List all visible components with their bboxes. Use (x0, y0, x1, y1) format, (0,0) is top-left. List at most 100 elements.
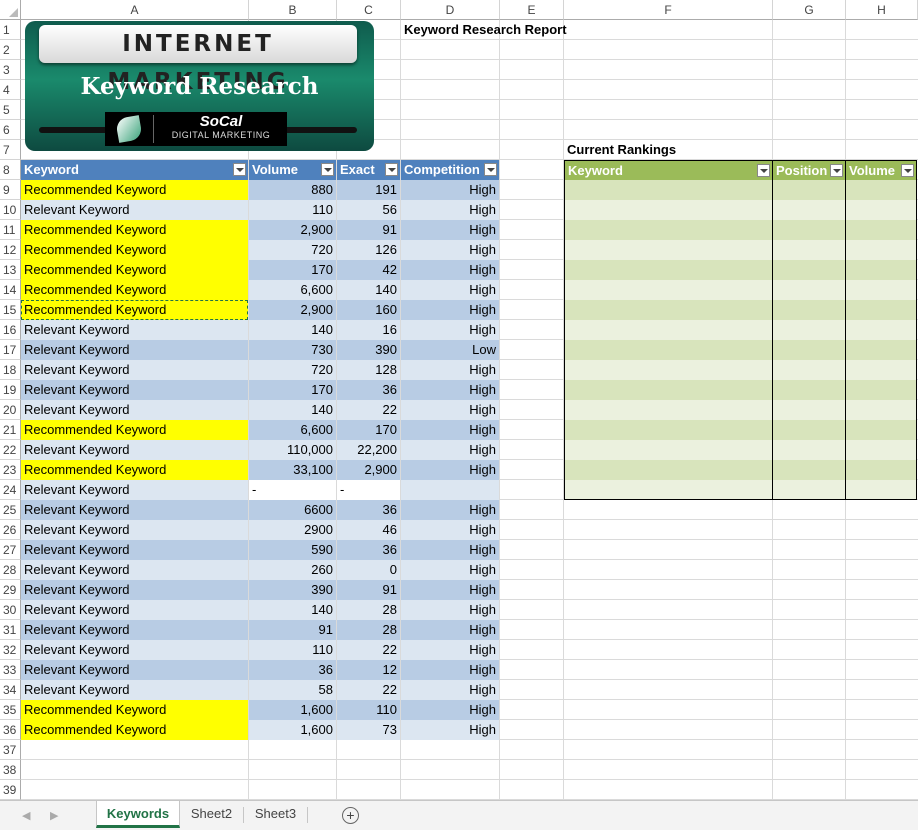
row-header[interactable]: 15 (0, 300, 21, 320)
volume-cell[interactable]: 590 (249, 540, 336, 560)
exact-filter-dropdown-icon[interactable] (385, 163, 398, 176)
row-header[interactable]: 23 (0, 460, 21, 480)
volume-cell[interactable]: 260 (249, 560, 336, 580)
sheet-tab-sheet2[interactable]: Sheet2 (180, 801, 243, 828)
volume-cell[interactable]: 140 (249, 400, 336, 420)
row-header[interactable]: 21 (0, 420, 21, 440)
rankings-keyword-cell[interactable] (564, 280, 773, 300)
keyword-cell[interactable]: Relevant Keyword (21, 340, 248, 360)
keyword-cell[interactable]: Recommended Keyword (21, 220, 248, 240)
row-header[interactable]: 20 (0, 400, 21, 420)
row-header[interactable]: 12 (0, 240, 21, 260)
exact-cell[interactable]: 170 (337, 420, 400, 440)
row-header[interactable]: 36 (0, 720, 21, 740)
rankings-position-cell[interactable] (773, 280, 846, 300)
keyword-cell[interactable]: Relevant Keyword (21, 440, 248, 460)
volume-cell[interactable]: 2,900 (249, 300, 336, 320)
exact-cell[interactable]: 28 (337, 620, 400, 640)
rankings-keyword-cell[interactable] (564, 360, 773, 380)
rankings-volume-cell[interactable] (846, 180, 917, 200)
rankings-volume-filter-dropdown-icon[interactable] (901, 164, 914, 177)
exact-cell[interactable]: 36 (337, 380, 400, 400)
volume-filter-dropdown-icon[interactable] (321, 163, 334, 176)
competition-cell[interactable]: High (401, 580, 499, 600)
exact-cell[interactable]: 28 (337, 600, 400, 620)
exact-cell[interactable]: - (337, 480, 400, 500)
rankings-position-cell[interactable] (773, 440, 846, 460)
volume-cell[interactable]: 6,600 (249, 420, 336, 440)
exact-cell[interactable]: 22,200 (337, 440, 400, 460)
rankings-position-cell[interactable] (773, 200, 846, 220)
keyword-cell[interactable]: Recommended Keyword (21, 260, 248, 280)
exact-cell[interactable]: 390 (337, 340, 400, 360)
rankings-volume-cell[interactable] (846, 400, 917, 420)
rankings-position-cell[interactable] (773, 480, 846, 500)
row-header[interactable]: 3 (0, 60, 21, 80)
header-competition[interactable]: Competition (401, 160, 499, 180)
rankings-keyword-cell[interactable] (564, 180, 773, 200)
exact-cell[interactable]: 110 (337, 700, 400, 720)
row-header[interactable]: 24 (0, 480, 21, 500)
rankings-position-cell[interactable] (773, 260, 846, 280)
volume-cell[interactable]: 1,600 (249, 720, 336, 740)
volume-cell[interactable]: 6600 (249, 500, 336, 520)
volume-cell[interactable]: 140 (249, 600, 336, 620)
column-header-e[interactable]: E (500, 0, 564, 20)
exact-cell[interactable]: 191 (337, 180, 400, 200)
volume-cell[interactable]: 91 (249, 620, 336, 640)
volume-cell[interactable]: 36 (249, 660, 336, 680)
row-header[interactable]: 7 (0, 140, 21, 160)
keyword-cell[interactable]: Relevant Keyword (21, 620, 248, 640)
keyword-cell[interactable]: Recommended Keyword (21, 180, 248, 200)
competition-cell[interactable]: High (401, 560, 499, 580)
column-header-h[interactable]: H (846, 0, 918, 20)
rankings-position-cell[interactable] (773, 360, 846, 380)
row-header[interactable]: 18 (0, 360, 21, 380)
row-header[interactable]: 35 (0, 700, 21, 720)
competition-cell[interactable]: High (401, 400, 499, 420)
keyword-cell[interactable]: Recommended Keyword (21, 700, 248, 720)
rankings-position-cell[interactable] (773, 400, 846, 420)
header-keyword[interactable]: Keyword (21, 160, 248, 180)
row-header[interactable]: 39 (0, 780, 21, 800)
volume-cell[interactable]: 390 (249, 580, 336, 600)
keyword-cell[interactable]: Relevant Keyword (21, 560, 248, 580)
volume-cell[interactable]: 1,600 (249, 700, 336, 720)
volume-cell[interactable]: 170 (249, 260, 336, 280)
rankings-position-cell[interactable] (773, 380, 846, 400)
column-header-b[interactable]: B (249, 0, 337, 20)
rankings-position-cell[interactable] (773, 420, 846, 440)
competition-cell[interactable]: High (401, 640, 499, 660)
competition-cell[interactable]: High (401, 700, 499, 720)
keyword-cell[interactable]: Relevant Keyword (21, 520, 248, 540)
competition-cell[interactable]: High (401, 500, 499, 520)
keyword-cell[interactable]: Relevant Keyword (21, 320, 248, 340)
competition-cell[interactable]: High (401, 260, 499, 280)
exact-cell[interactable]: 22 (337, 680, 400, 700)
row-header[interactable]: 5 (0, 100, 21, 120)
volume-cell[interactable]: 880 (249, 180, 336, 200)
rankings-volume-cell[interactable] (846, 220, 917, 240)
rankings-keyword-cell[interactable] (564, 480, 773, 500)
competition-cell[interactable]: High (401, 240, 499, 260)
competition-cell[interactable]: High (401, 360, 499, 380)
competition-cell[interactable]: High (401, 420, 499, 440)
volume-cell[interactable]: 730 (249, 340, 336, 360)
rankings-keyword-cell[interactable] (564, 380, 773, 400)
competition-cell[interactable]: High (401, 380, 499, 400)
row-header[interactable]: 17 (0, 340, 21, 360)
competition-cell[interactable]: High (401, 220, 499, 240)
keyword-filter-dropdown-icon[interactable] (233, 163, 246, 176)
rankings-position-cell[interactable] (773, 220, 846, 240)
row-header[interactable]: 32 (0, 640, 21, 660)
column-header-c[interactable]: C (337, 0, 401, 20)
exact-cell[interactable]: 73 (337, 720, 400, 740)
rankings-volume-cell[interactable] (846, 240, 917, 260)
rankings-keyword-cell[interactable] (564, 300, 773, 320)
rankings-position-cell[interactable] (773, 340, 846, 360)
keyword-cell[interactable]: Recommended Keyword (21, 720, 248, 740)
keyword-cell[interactable]: Relevant Keyword (21, 500, 248, 520)
row-header[interactable]: 33 (0, 660, 21, 680)
rankings-volume-cell[interactable] (846, 480, 917, 500)
rankings-keyword-cell[interactable] (564, 240, 773, 260)
